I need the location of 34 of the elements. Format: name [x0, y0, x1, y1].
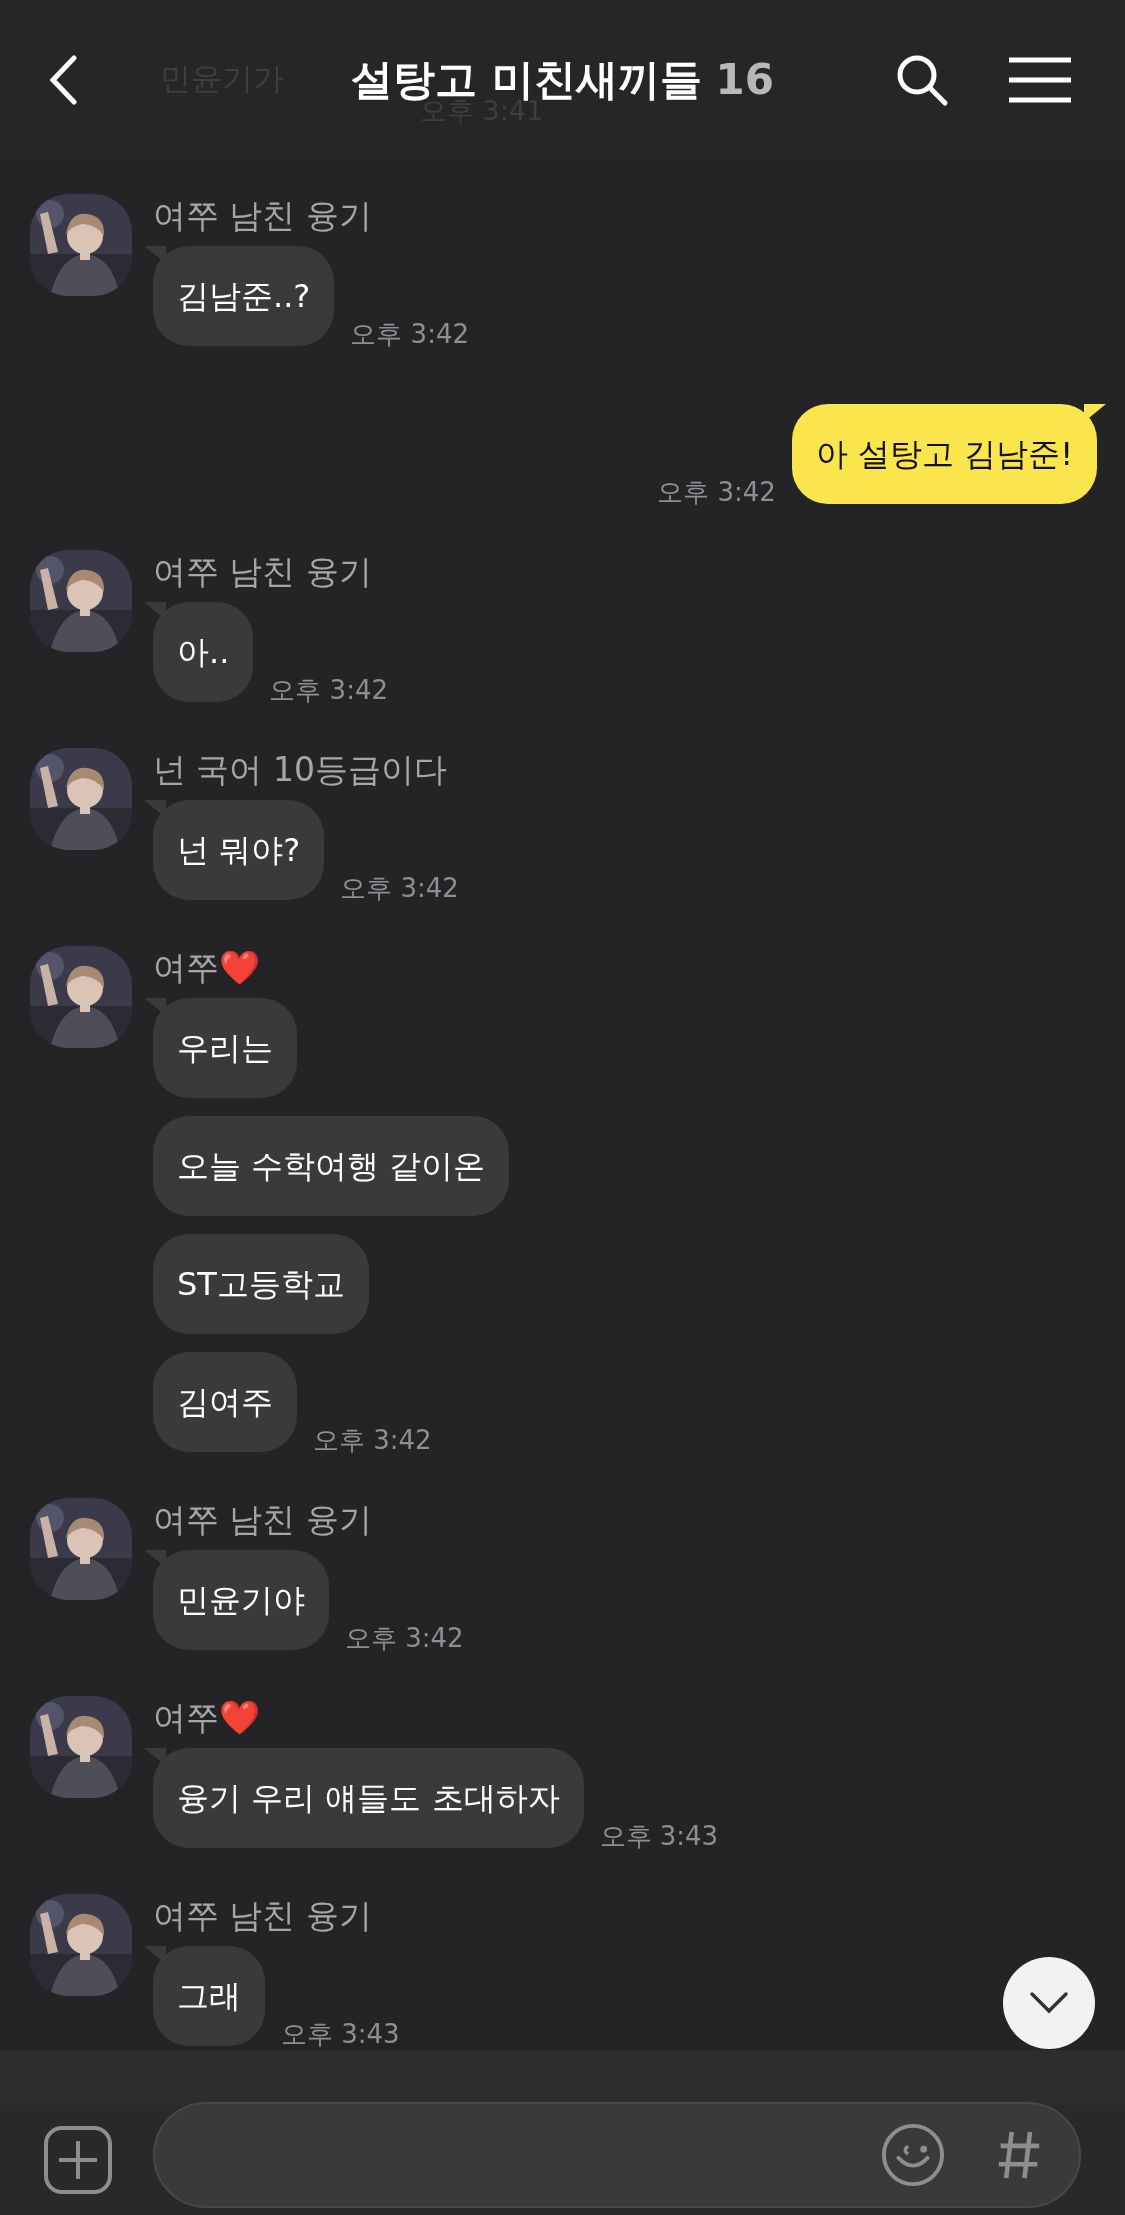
- message-bubble: 그래: [153, 1946, 265, 2046]
- sender-name: 여쭈❤: [153, 947, 261, 989]
- message-bubble: 민윤기야: [153, 1550, 329, 1650]
- back-icon[interactable]: [48, 55, 78, 105]
- sender-name: 여쭈 남친 융기: [153, 195, 373, 237]
- chevron-down-icon: [1029, 1991, 1069, 2015]
- sender-name: 여쭈❤: [153, 1697, 261, 1739]
- message-bubble: 융기 우리 얘들도 초대하자: [153, 1748, 584, 1848]
- message-bubble: 오늘 수학여행 같이온: [153, 1116, 510, 1216]
- message-bubble: 우리는: [153, 998, 297, 1098]
- sender-name: 여쭈 남친 융기: [153, 551, 373, 593]
- add-icon[interactable]: [43, 2125, 113, 2195]
- message-bubble: 아..: [153, 602, 254, 702]
- message-bubble: 김남준..?: [153, 246, 335, 346]
- menu-icon[interactable]: [1009, 56, 1071, 104]
- timestamp: 오후 3:43: [599, 1820, 719, 1853]
- message-bubble: 아 설탕고 김남준!: [791, 404, 1097, 504]
- message-bubble: 넌 뭐야?: [153, 800, 325, 900]
- sender-name: 여쭈 남친 융기: [153, 1499, 373, 1541]
- sender-name: 넌 국어 10등급이다: [153, 749, 448, 791]
- search-icon[interactable]: [895, 53, 949, 107]
- timestamp: 오후 3:42: [269, 674, 388, 707]
- message-bubble: ST고등학교: [153, 1234, 369, 1334]
- timestamp: 오후 3:42: [313, 1424, 432, 1457]
- timestamp: 오후 3:42: [340, 872, 459, 905]
- timestamp: 오후 3:42: [345, 1622, 464, 1655]
- message-bubble: 김여주: [153, 1352, 297, 1452]
- emoji-icon[interactable]: [881, 2123, 945, 2187]
- member-count: 16: [715, 55, 775, 104]
- timestamp: 오후 3:42: [350, 318, 469, 351]
- timestamp: 오후 3:42: [657, 476, 776, 509]
- hashtag-icon[interactable]: [997, 2129, 1041, 2181]
- timestamp: 오후 3:43: [281, 2018, 400, 2051]
- sender-name: 여쭈 남친 융기: [153, 1895, 373, 1937]
